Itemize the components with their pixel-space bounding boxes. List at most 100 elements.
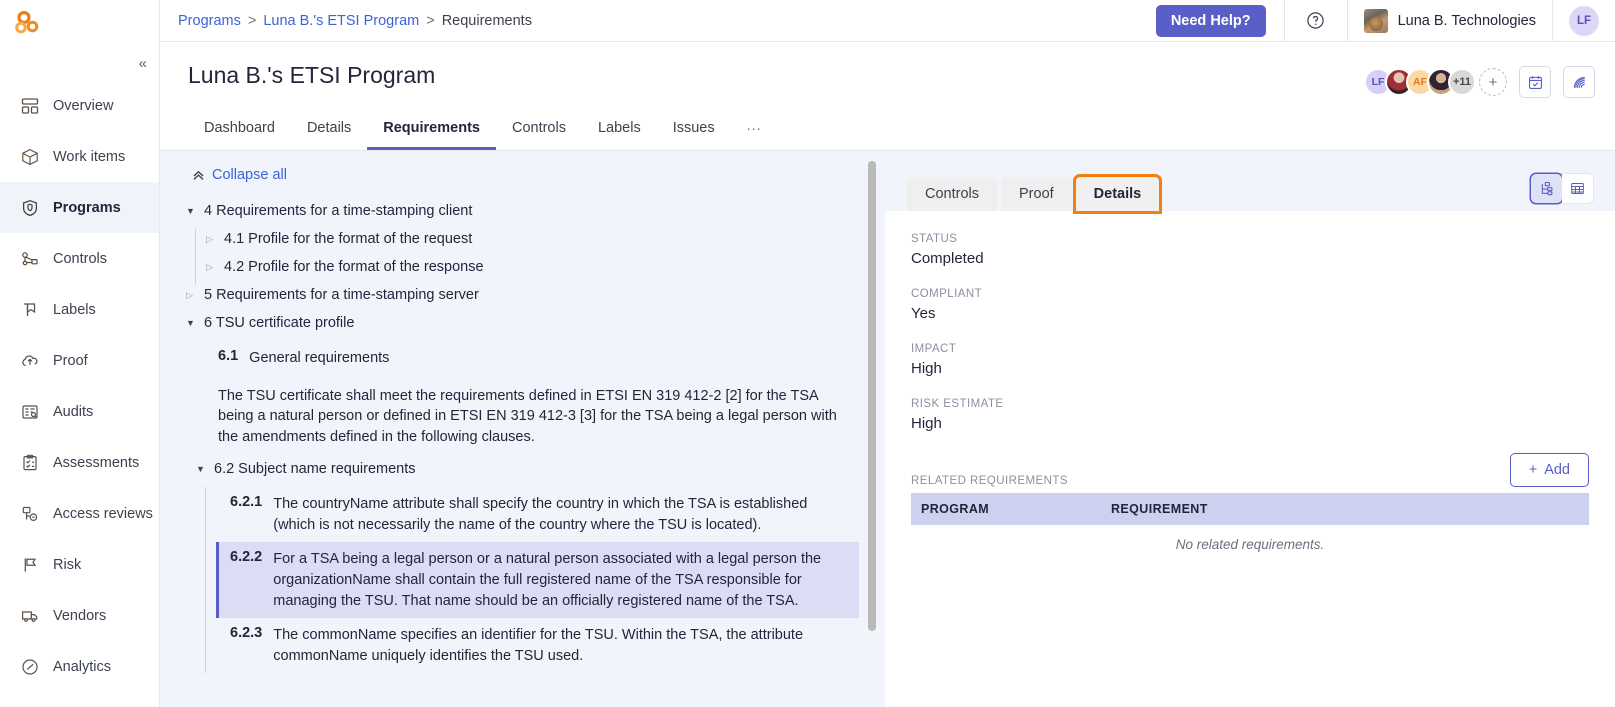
tab-issues[interactable]: Issues [657,112,731,150]
access-key-icon [20,504,40,524]
details-tab-controls[interactable]: Controls [907,177,997,211]
rss-feed-button[interactable] [1563,66,1595,98]
add-related-requirement-button[interactable]: + Add [1509,453,1589,487]
tree-node-6-2[interactable]: ▼ 6.2 Subject name requirements [196,459,859,487]
sidebar-item-labels[interactable]: Labels [0,284,159,335]
collapse-sidebar-button[interactable]: « [139,56,147,71]
requirement-6-1-heading[interactable]: 6.1 General requirements [204,341,859,376]
tree-node-label: 4.1 Profile for the format of the reques… [224,231,473,247]
chevron-right-icon[interactable]: ▷ [206,229,224,249]
sidebar-item-controls[interactable]: Controls [0,233,159,284]
top-bar-right: Need Help? Luna B. Technologies LF [1155,0,1615,42]
breadcrumb-separator: > [247,12,257,29]
tab-labels[interactable]: Labels [582,112,657,150]
field-risk-estimate: RISK ESTIMATE High [911,398,1589,432]
chevron-down-icon[interactable]: ▼ [186,313,204,333]
tab-overflow-menu[interactable]: ... [731,110,778,150]
chevron-down-icon[interactable]: ▼ [196,459,214,479]
org-switcher[interactable]: Luna B. Technologies [1348,8,1552,33]
breadcrumb-item-programs[interactable]: Programs [178,13,241,29]
sidebar-item-overview[interactable]: Overview [0,80,159,131]
shield-icon [20,198,40,218]
add-member-button[interactable]: + [1479,68,1507,96]
sidebar-item-label: Work items [53,148,126,165]
page-title: Luna B.'s ETSI Program [188,62,436,88]
tab-requirements[interactable]: Requirements [367,112,496,150]
field-status: STATUS Completed [911,233,1589,267]
sidebar-item-work-items[interactable]: Work items [0,131,159,182]
field-value: High [911,415,942,432]
sidebar-item-label: Access reviews [53,505,153,522]
page-header: Luna B.'s ETSI Program LF AF +11 + Dashb… [160,42,1615,150]
tree-node-4[interactable]: ▼ 4 Requirements for a time-stamping cli… [186,201,859,229]
calendar-check-button[interactable] [1519,66,1551,98]
details-panel: Controls Proof Details STATUS Completed … [885,151,1615,707]
sidebar-item-label: Controls [53,250,107,267]
sidebar-item-analytics[interactable]: Analytics [0,641,159,692]
tree-node-label: 4.2 Profile for the format of the respon… [224,259,484,275]
sidebar-item-audits[interactable]: Audits [0,386,159,437]
tree-children-6: 6.1 General requirements The TSU certifi… [186,341,859,674]
left-sidebar: « Overview Work items Programs Controls … [0,0,160,707]
help-button[interactable] [1285,11,1347,30]
sidebar-item-vendors[interactable]: Vendors [0,590,159,641]
breadcrumb: Programs > Luna B.'s ETSI Program > Requ… [160,13,532,29]
content-body: Collapse all ▼ 4 Requirements for a time… [160,150,1615,707]
details-tab-proof[interactable]: Proof [1001,177,1072,211]
requirements-scroll-area: Collapse all ▼ 4 Requirements for a time… [160,165,885,707]
requirements-scrollbar-thumb[interactable] [868,161,876,631]
avatar-overflow-count[interactable]: +11 [1448,68,1476,96]
sidebar-item-assessments[interactable]: Assessments [0,437,159,488]
field-value: High [911,360,942,377]
breadcrumb-item-program[interactable]: Luna B.'s ETSI Program [263,13,419,29]
tree-children-6-2: 6.2.1 The countryName attribute shall sp… [205,487,859,674]
chevron-right-icon[interactable]: ▷ [186,285,204,305]
need-help-button[interactable]: Need Help? [1155,4,1266,37]
sidebar-collapse-row: « [0,46,159,80]
tree-node-label: 4 Requirements for a time-stamping clien… [204,203,473,219]
plus-icon: + [1528,462,1538,478]
dashboard-icon [20,96,40,116]
table-view-button[interactable] [1562,174,1593,203]
calendar-check-icon [1528,75,1542,89]
column-header-requirement: REQUIREMENT [1111,502,1208,516]
chevron-right-icon[interactable]: ▷ [206,257,224,277]
page-tabs: Dashboard Details Requirements Controls … [188,110,1595,150]
breadcrumb-item-current: Requirements [441,12,532,29]
requirement-6-2-1[interactable]: 6.2.1 The countryName attribute shall sp… [216,487,859,542]
truck-icon [20,606,40,626]
sidebar-item-label: Risk [53,556,82,573]
chevron-down-icon[interactable]: ▼ [186,201,204,221]
tree-node-4-2[interactable]: ▷ 4.2 Profile for the format of the resp… [206,257,859,285]
details-tab-details[interactable]: Details [1072,174,1163,214]
tab-controls[interactable]: Controls [496,112,582,150]
sidebar-item-proof[interactable]: Proof [0,335,159,386]
sidebar-item-label: Programs [53,199,121,216]
tree-node-4-1[interactable]: ▷ 4.1 Profile for the format of the requ… [206,229,859,257]
requirement-6-2-2[interactable]: 6.2.2 For a TSA being a legal person or … [216,542,859,619]
sidebar-item-programs[interactable]: Programs [0,182,159,233]
tree-node-6[interactable]: ▼ 6 TSU certificate profile [186,313,859,341]
collapse-all-button[interactable]: Collapse all [192,167,859,183]
view-toggle-group [1531,174,1593,203]
question-circle-icon [1307,12,1324,29]
tab-dashboard[interactable]: Dashboard [188,112,291,150]
user-avatar[interactable]: LF [1569,5,1599,36]
tree-view-button[interactable] [1531,174,1562,203]
cloud-upload-icon [20,351,40,371]
sidebar-item-access-reviews[interactable]: Access reviews [0,488,159,539]
tab-details[interactable]: Details [291,112,367,150]
sidebar-item-label: Assessments [53,454,140,471]
details-body: STATUS Completed COMPLIANT Yes IMPACT Hi… [885,211,1615,707]
clipboard-check-icon [20,453,40,473]
gauge-icon [20,657,40,677]
avatar [1363,8,1388,33]
related-requirements-header: RELATED REQUIREMENTS + Add [911,453,1589,487]
org-name: Luna B. Technologies [1397,12,1536,29]
sidebar-item-risk[interactable]: Risk [0,539,159,590]
tree-node-5[interactable]: ▷ 5 Requirements for a time-stamping ser… [186,285,859,313]
requirement-6-2-3[interactable]: 6.2.3 The commonName specifies an identi… [216,618,859,673]
top-bar: Programs > Luna B.'s ETSI Program > Requ… [160,0,1615,42]
app-logo[interactable] [0,0,159,46]
collapse-all-label: Collapse all [212,167,287,183]
